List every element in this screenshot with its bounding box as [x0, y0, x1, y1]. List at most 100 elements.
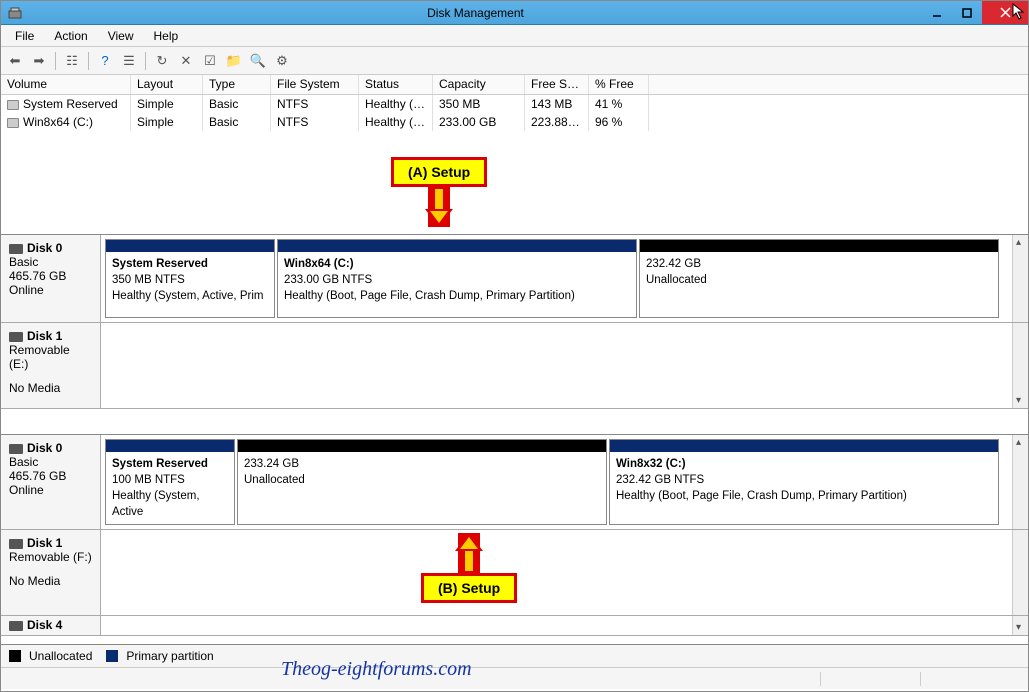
col-fs[interactable]: File System — [271, 75, 359, 94]
partition-status: Healthy (System, Active, Prim — [112, 288, 268, 304]
view-icon[interactable]: ☷ — [62, 51, 82, 71]
list-icon[interactable]: ☰ — [119, 51, 139, 71]
partition[interactable]: System Reserved350 MB NTFSHealthy (Syste… — [105, 239, 275, 318]
help-icon[interactable]: ? — [95, 51, 115, 71]
minimize-button[interactable] — [922, 1, 952, 24]
delete-icon[interactable]: ✕ — [176, 51, 196, 71]
disk-label[interactable]: Disk 0 Basic 465.76 GB Online — [1, 435, 101, 529]
window-controls — [922, 1, 1028, 24]
col-type[interactable]: Type — [203, 75, 271, 94]
disk-partitions: System Reserved350 MB NTFSHealthy (Syste… — [101, 235, 1012, 322]
disk-row: Disk 1 Removable (F:) No Media — [1, 530, 1028, 616]
volume-table: Volume Layout Type File System Status Ca… — [1, 75, 1028, 235]
unallocated-header — [640, 240, 998, 252]
disk-partitions — [101, 530, 1012, 615]
menu-help[interactable]: Help — [144, 27, 189, 45]
primary-partition-header — [610, 440, 998, 452]
col-volume[interactable]: Volume — [1, 75, 131, 94]
scrollbar[interactable] — [1012, 530, 1028, 615]
partition-name: System Reserved — [112, 456, 228, 472]
scrollbar[interactable]: ▴ — [1012, 435, 1028, 529]
disk-icon — [9, 332, 23, 342]
legend-unallocated: Unallocated — [29, 649, 92, 663]
partition[interactable]: 233.24 GBUnallocated — [237, 439, 607, 525]
volume-table-header: Volume Layout Type File System Status Ca… — [1, 75, 1028, 95]
disk-row: Disk 0 Basic 465.76 GB Online System Res… — [1, 235, 1028, 323]
forward-button[interactable]: ➡ — [29, 51, 49, 71]
disk-label[interactable]: Disk 1 Removable (F:) No Media — [1, 530, 101, 615]
window-title: Disk Management — [29, 6, 922, 20]
maximize-button[interactable] — [952, 1, 982, 24]
disk-partitions: System Reserved100 MB NTFSHealthy (Syste… — [101, 435, 1012, 529]
partition-size: 100 MB NTFS — [112, 472, 228, 488]
partition[interactable]: Win8x32 (C:)232.42 GB NTFSHealthy (Boot,… — [609, 439, 999, 525]
disk-row: Disk 0 Basic 465.76 GB Online System Res… — [1, 435, 1028, 530]
close-button[interactable] — [982, 1, 1028, 24]
unallocated-header — [238, 440, 606, 452]
disk-partitions — [101, 323, 1012, 408]
scrollbar[interactable]: ▴ — [1012, 235, 1028, 322]
search-icon[interactable]: 🔍 — [248, 51, 268, 71]
drive-icon — [7, 100, 19, 110]
partition[interactable]: Win8x64 (C:)233.00 GB NTFSHealthy (Boot,… — [277, 239, 637, 318]
partition-status: Healthy (System, Active — [112, 488, 228, 520]
menu-action[interactable]: Action — [44, 27, 97, 45]
legend-primary: Primary partition — [126, 649, 213, 663]
disk-layout-top: Disk 0 Basic 465.76 GB Online System Res… — [1, 235, 1028, 435]
partition[interactable]: System Reserved100 MB NTFSHealthy (Syste… — [105, 439, 235, 525]
partition-size: 232.42 GB — [646, 256, 992, 272]
volume-row[interactable]: System Reserved Simple Basic NTFS Health… — [1, 95, 1028, 113]
partition[interactable]: 232.42 GBUnallocated — [639, 239, 999, 318]
partition-status: Unallocated — [646, 272, 992, 288]
legend-swatch-primary — [106, 650, 118, 662]
menu-file[interactable]: File — [5, 27, 44, 45]
col-free[interactable]: Free Spa... — [525, 75, 589, 94]
partition-size: 233.00 GB NTFS — [284, 272, 630, 288]
disk-partitions — [101, 616, 1012, 635]
scrollbar[interactable]: ▾ — [1012, 323, 1028, 408]
app-icon — [7, 5, 23, 21]
settings-icon[interactable]: ⚙ — [272, 51, 292, 71]
col-pct[interactable]: % Free — [589, 75, 649, 94]
partition-status: Healthy (Boot, Page File, Crash Dump, Pr… — [284, 288, 630, 304]
properties-icon[interactable]: ☑ — [200, 51, 220, 71]
disk-icon — [9, 539, 23, 549]
partition-status: Unallocated — [244, 472, 600, 488]
folder-icon[interactable]: 📁 — [224, 51, 244, 71]
back-button[interactable]: ⬅ — [5, 51, 25, 71]
primary-partition-header — [106, 440, 234, 452]
partition-status: Healthy (Boot, Page File, Crash Dump, Pr… — [616, 488, 992, 504]
col-status[interactable]: Status — [359, 75, 433, 94]
col-layout[interactable]: Layout — [131, 75, 203, 94]
titlebar: Disk Management — [1, 1, 1028, 25]
volume-row[interactable]: Win8x64 (C:) Simple Basic NTFS Healthy (… — [1, 113, 1028, 131]
col-capacity[interactable]: Capacity — [433, 75, 525, 94]
drive-icon — [7, 118, 19, 128]
partition-size: 350 MB NTFS — [112, 272, 268, 288]
disk-label[interactable]: Disk 0 Basic 465.76 GB Online — [1, 235, 101, 322]
disk-label[interactable]: Disk 1 Removable (E:) No Media — [1, 323, 101, 408]
legend: Unallocated Primary partition — [1, 645, 1028, 667]
disk-row: Disk 4 ▾ — [1, 616, 1028, 636]
partition-size: 233.24 GB — [244, 456, 600, 472]
disk-icon — [9, 244, 23, 254]
statusbar — [1, 667, 1028, 689]
menu-view[interactable]: View — [98, 27, 144, 45]
toolbar: ⬅ ➡ ☷ ? ☰ ↻ ✕ ☑ 📁 🔍 ⚙ — [1, 47, 1028, 75]
disk-label[interactable]: Disk 4 — [1, 616, 101, 635]
refresh-icon[interactable]: ↻ — [152, 51, 172, 71]
partition-name: Win8x32 (C:) — [616, 456, 992, 472]
disk-icon — [9, 621, 23, 631]
legend-swatch-unallocated — [9, 650, 21, 662]
menubar: File Action View Help — [1, 25, 1028, 47]
partition-name: System Reserved — [112, 256, 268, 272]
disk-icon — [9, 444, 23, 454]
primary-partition-header — [106, 240, 274, 252]
disk-row: Disk 1 Removable (E:) No Media ▾ — [1, 323, 1028, 409]
disk-layout-bottom: Disk 0 Basic 465.76 GB Online System Res… — [1, 435, 1028, 645]
scrollbar[interactable]: ▾ — [1012, 616, 1028, 635]
partition-name: Win8x64 (C:) — [284, 256, 630, 272]
cursor-icon — [1012, 3, 1026, 21]
partition-size: 232.42 GB NTFS — [616, 472, 992, 488]
primary-partition-header — [278, 240, 636, 252]
